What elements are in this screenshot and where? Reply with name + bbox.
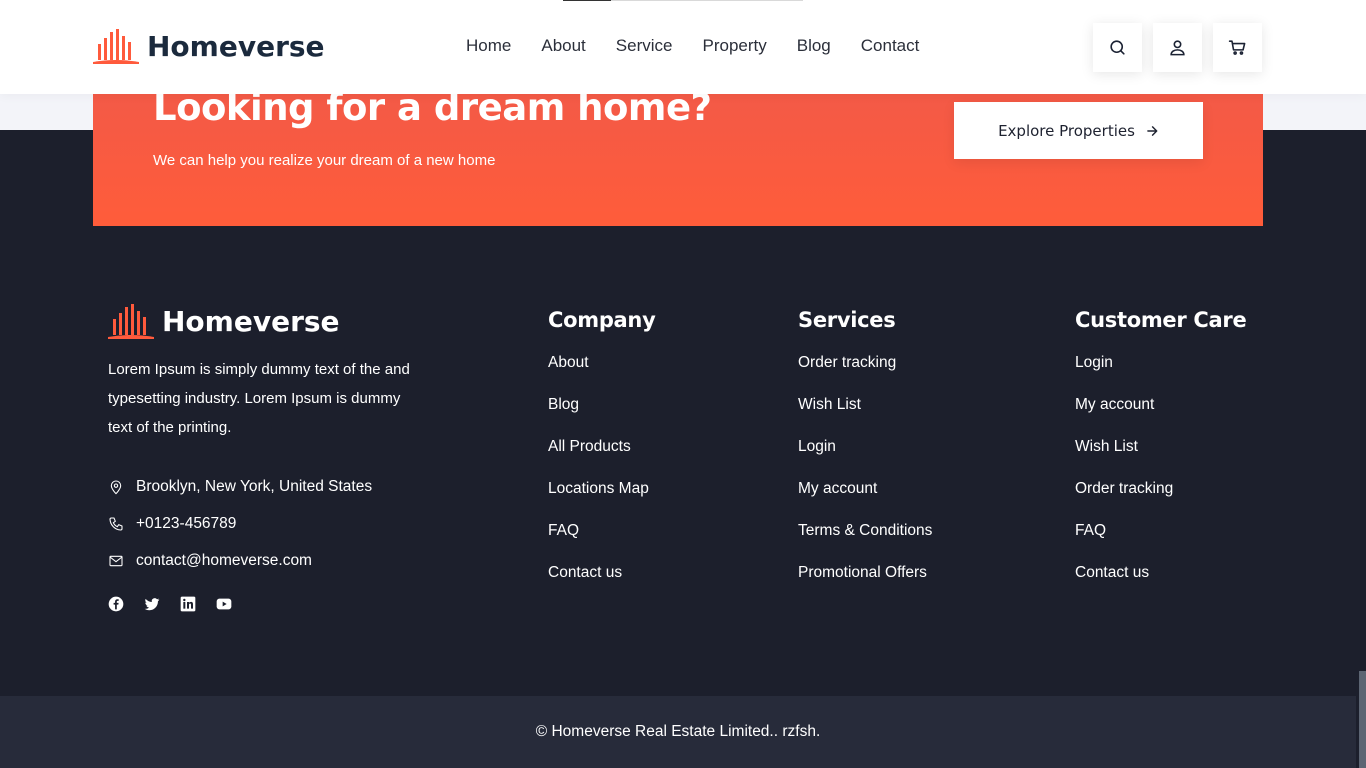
contact-phone[interactable]: +0123-456789: [108, 505, 372, 542]
youtube-link[interactable]: [216, 596, 232, 612]
youtube-icon: [216, 598, 232, 610]
address-text: Brooklyn, New York, United States: [136, 477, 373, 495]
footer-link-login[interactable]: Login: [798, 438, 836, 455]
footer-link-locations-map[interactable]: Locations Map: [548, 480, 649, 497]
explore-properties-label: Explore Properties: [998, 121, 1135, 140]
nav-contact[interactable]: Contact: [861, 36, 920, 56]
nav-home[interactable]: Home: [466, 36, 511, 56]
footer-link-wish-list[interactable]: Wish List: [1075, 438, 1138, 455]
search-button[interactable]: [1093, 23, 1142, 72]
footer-description: Lorem Ipsum is simply dummy text of the …: [108, 361, 410, 436]
phone-text: +0123-456789: [136, 514, 237, 532]
header-actions: [1093, 23, 1262, 72]
account-button[interactable]: [1153, 23, 1202, 72]
site-header: Homeverse Home About Service Property Bl…: [0, 0, 1366, 94]
cta-subtitle: We can help you realize your dream of a …: [153, 152, 496, 169]
contact-email[interactable]: contact@homeverse.com: [108, 542, 372, 579]
footer-column-services: Services Order tracking Wish List Login …: [798, 308, 932, 606]
column-title: Customer Care: [1075, 308, 1247, 332]
footer-link-contact-us[interactable]: Contact us: [1075, 564, 1149, 581]
facebook-icon: [108, 596, 124, 612]
contact-list: Brooklyn, New York, United States +0123-…: [108, 468, 372, 579]
column-title: Company: [548, 308, 656, 332]
arrow-right-icon: [1147, 125, 1158, 136]
copyright-text: © Homeverse Real Estate Limited.. rzfsh.: [535, 723, 821, 740]
footer-link-wish-list[interactable]: Wish List: [798, 396, 861, 413]
cart-button[interactable]: [1213, 23, 1262, 72]
twitter-link[interactable]: [144, 596, 160, 612]
header-logo[interactable]: Homeverse: [93, 28, 325, 64]
footer-link-about[interactable]: About: [548, 354, 589, 371]
twitter-icon: [144, 598, 160, 611]
footer-link-my-account[interactable]: My account: [798, 480, 877, 497]
footer-link-faq[interactable]: FAQ: [1075, 522, 1106, 539]
footer-link-my-account[interactable]: My account: [1075, 396, 1154, 413]
footer-link-all-products[interactable]: All Products: [548, 438, 631, 455]
nav-about[interactable]: About: [541, 36, 585, 56]
column-title: Services: [798, 308, 896, 332]
logo-icon: [108, 304, 154, 339]
email-text: contact@homeverse.com: [136, 551, 312, 569]
footer-link-promotional-offers[interactable]: Promotional Offers: [798, 564, 927, 581]
explore-properties-button[interactable]: Explore Properties: [954, 102, 1203, 159]
footer-logo-text: Homeverse: [162, 304, 340, 338]
nav-service[interactable]: Service: [616, 36, 673, 56]
contact-address[interactable]: Brooklyn, New York, United States: [108, 468, 372, 505]
footer-column-company: Company About Blog All Products Location…: [548, 308, 656, 606]
footer-bottom-bar: © Homeverse Real Estate Limited.. rzfsh.: [0, 696, 1356, 768]
phone-icon: [109, 516, 123, 531]
logo-icon: [93, 29, 139, 64]
footer-link-order-tracking[interactable]: Order tracking: [798, 354, 896, 371]
footer-link-contact-us[interactable]: Contact us: [548, 564, 622, 581]
mail-icon: [109, 555, 123, 566]
location-pin-icon: [110, 480, 122, 494]
footer-link-faq[interactable]: FAQ: [548, 522, 579, 539]
search-icon: [1110, 40, 1125, 55]
linkedin-icon: [180, 596, 196, 612]
footer-column-customer-care: Customer Care Login My account Wish List…: [1075, 308, 1247, 606]
footer-link-terms[interactable]: Terms & Conditions: [798, 522, 932, 539]
nav-blog[interactable]: Blog: [797, 36, 831, 56]
main-nav: Home About Service Property Blog Contact: [466, 36, 949, 56]
linkedin-link[interactable]: [180, 596, 196, 612]
scroll-progress-indicator: [563, 0, 803, 1]
footer-logo[interactable]: Homeverse: [108, 303, 340, 339]
footer-link-login[interactable]: Login: [1075, 354, 1113, 371]
social-links: [108, 596, 232, 612]
facebook-link[interactable]: [108, 596, 124, 612]
footer-link-blog[interactable]: Blog: [548, 396, 579, 413]
nav-property[interactable]: Property: [702, 36, 766, 56]
cart-icon: [1228, 40, 1246, 55]
user-icon: [1170, 40, 1185, 56]
scrollbar-thumb[interactable]: [1359, 671, 1366, 768]
logo-text: Homeverse: [147, 29, 325, 63]
footer-link-order-tracking[interactable]: Order tracking: [1075, 480, 1173, 497]
